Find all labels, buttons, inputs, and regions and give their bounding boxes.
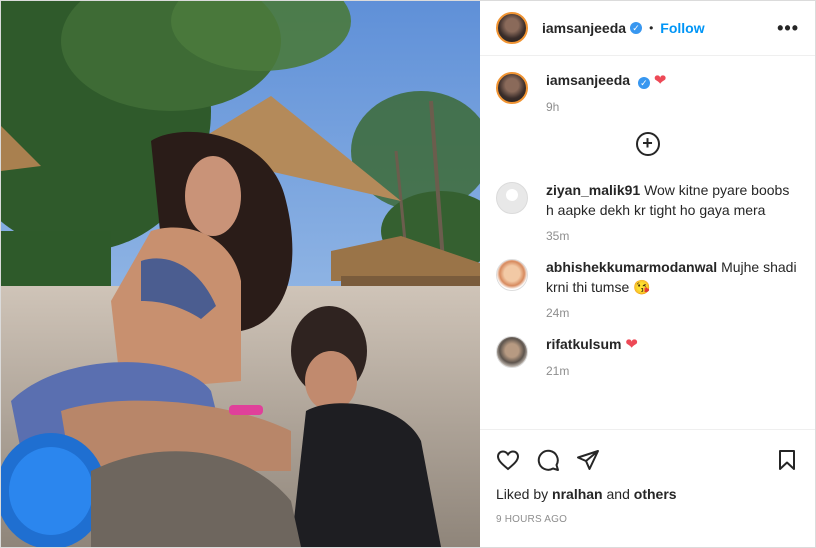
follow-button[interactable]: Follow <box>660 20 704 36</box>
likes-conjunction: and <box>606 486 630 502</box>
comment-row: rifatkulsum ❤ 21m <box>496 334 799 378</box>
comment-time[interactable]: 21m <box>546 364 638 378</box>
caption-row: iamsanjeeda ✓ ❤ 9h <box>496 70 799 114</box>
post-side-panel: iamsanjeeda ✓ • Follow ••• iamsanjeeda ✓… <box>480 1 815 547</box>
likes-others-link[interactable]: others <box>634 486 677 502</box>
separator-dot: • <box>649 21 654 35</box>
comment-text: ziyan_malik91 Wow kitne pyare boobs h aa… <box>546 180 799 220</box>
verified-badge-icon: ✓ <box>630 22 643 34</box>
post-timestamp[interactable]: 9 HOURS AGO <box>496 514 799 525</box>
post-header: iamsanjeeda ✓ • Follow ••• <box>480 1 815 56</box>
commenter-avatar[interactable] <box>496 182 528 214</box>
post-photo[interactable] <box>1 1 480 547</box>
likes-prefix: Liked by <box>496 486 549 502</box>
likes-summary: Liked by nralhan and others <box>496 486 799 502</box>
more-options-icon[interactable]: ••• <box>777 18 799 39</box>
caption-avatar[interactable] <box>496 72 528 104</box>
caption-username[interactable]: iamsanjeeda <box>546 72 630 88</box>
commenter-username[interactable]: ziyan_malik91 <box>546 182 640 198</box>
author-avatar[interactable] <box>496 12 528 44</box>
commenter-username[interactable]: abhishekkumarmodanwal <box>546 259 717 275</box>
beach-photo-illustration <box>1 1 480 547</box>
heart-outline-icon[interactable] <box>496 448 520 472</box>
comments-section: iamsanjeeda ✓ ❤ 9h + ziyan_malik91 Wow k… <box>480 56 815 429</box>
bookmark-icon[interactable] <box>775 448 799 472</box>
comment-text: abhishekkumarmodanwal Mujhe shadi krni t… <box>546 257 799 297</box>
commenter-avatar[interactable] <box>496 336 528 368</box>
comment-icon[interactable] <box>536 448 560 472</box>
comment-time[interactable]: 24m <box>546 306 799 320</box>
commenter-avatar[interactable] <box>496 259 528 291</box>
load-more-comments: + <box>496 132 799 156</box>
post-modal: iamsanjeeda ✓ • Follow ••• iamsanjeeda ✓… <box>0 0 816 548</box>
comment-message: ❤ <box>625 336 638 353</box>
action-icons <box>496 440 799 480</box>
comment-row: ziyan_malik91 Wow kitne pyare boobs h aa… <box>496 180 799 243</box>
comment-text: rifatkulsum ❤ <box>546 334 638 355</box>
author-username[interactable]: iamsanjeeda <box>542 20 626 36</box>
comment-row: abhishekkumarmodanwal Mujhe shadi krni t… <box>496 257 799 320</box>
caption-text: iamsanjeeda ✓ ❤ <box>546 70 666 91</box>
comment-time[interactable]: 35m <box>546 229 799 243</box>
load-more-comments-icon[interactable]: + <box>635 132 660 156</box>
verified-badge-icon: ✓ <box>637 77 650 89</box>
red-heart-emoji: ❤ <box>653 72 667 89</box>
likes-user-link[interactable]: nralhan <box>552 486 603 502</box>
commenter-username[interactable]: rifatkulsum <box>546 336 621 352</box>
caption-time[interactable]: 9h <box>546 100 666 114</box>
share-icon[interactable] <box>576 448 600 472</box>
post-actions: Liked by nralhan and others 9 HOURS AGO <box>480 429 815 547</box>
